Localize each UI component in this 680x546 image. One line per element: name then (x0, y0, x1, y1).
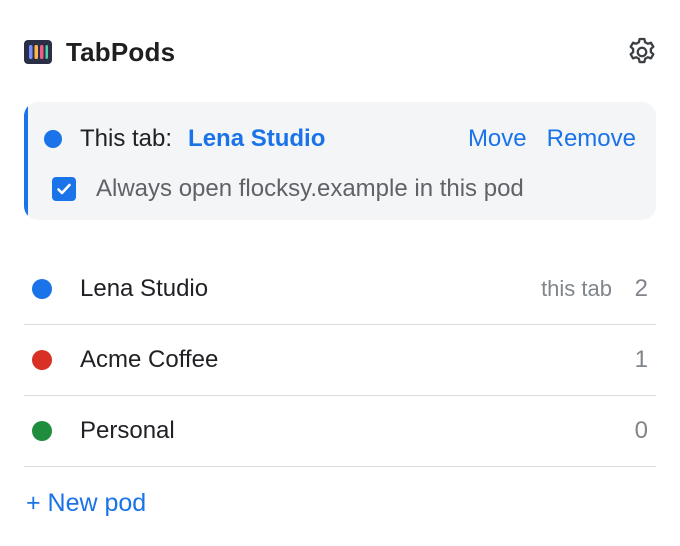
pod-name: Personal (80, 417, 175, 444)
current-pod-name: Lena Studio (188, 125, 326, 152)
pod-row[interactable]: Acme Coffee 1 (24, 325, 656, 396)
current-tab-card: This tab: Lena Studio Move Remove Always… (24, 102, 656, 220)
bars-logo-icon (24, 40, 52, 64)
pod-tab-count: 2 (634, 275, 648, 302)
always-open-label[interactable]: Always open flocksy.example in this pod (96, 175, 524, 203)
pod-color-dot (44, 130, 62, 148)
this-tab-badge: this tab (541, 276, 612, 301)
checkmark-icon (57, 183, 71, 195)
pod-color-dot (32, 279, 52, 299)
always-open-row: Always open flocksy.example in this pod (52, 170, 636, 208)
gear-icon (629, 37, 655, 64)
pod-color-dot (32, 421, 52, 441)
move-button[interactable]: Move (468, 125, 527, 153)
pod-name: Acme Coffee (80, 346, 219, 373)
always-open-checkbox[interactable] (52, 177, 76, 201)
remove-button[interactable]: Remove (547, 125, 636, 153)
current-tab-row: This tab: Lena Studio Move Remove (44, 120, 636, 158)
new-pod-button[interactable]: + New pod (26, 486, 146, 520)
this-tab-label: This tab: (80, 125, 173, 152)
header: TabPods (24, 26, 656, 78)
pod-tab-count: 1 (634, 346, 648, 373)
card-accent-bar (24, 102, 28, 220)
brand: TabPods (24, 37, 175, 68)
pod-tab-count: 0 (634, 417, 648, 444)
app-title: TabPods (66, 36, 176, 67)
pod-row[interactable]: Personal 0 (24, 396, 656, 467)
settings-button[interactable] (622, 32, 662, 72)
pod-name: Lena Studio (80, 275, 209, 302)
pod-row[interactable]: Lena Studio this tab 2 (24, 254, 656, 325)
tabpods-popup: TabPods This tab: Lena Studio Move Remov… (0, 0, 680, 546)
pod-list: Lena Studio this tab 2 Acme Coffee 1 Personal… (24, 254, 656, 467)
pod-color-dot (32, 350, 52, 370)
